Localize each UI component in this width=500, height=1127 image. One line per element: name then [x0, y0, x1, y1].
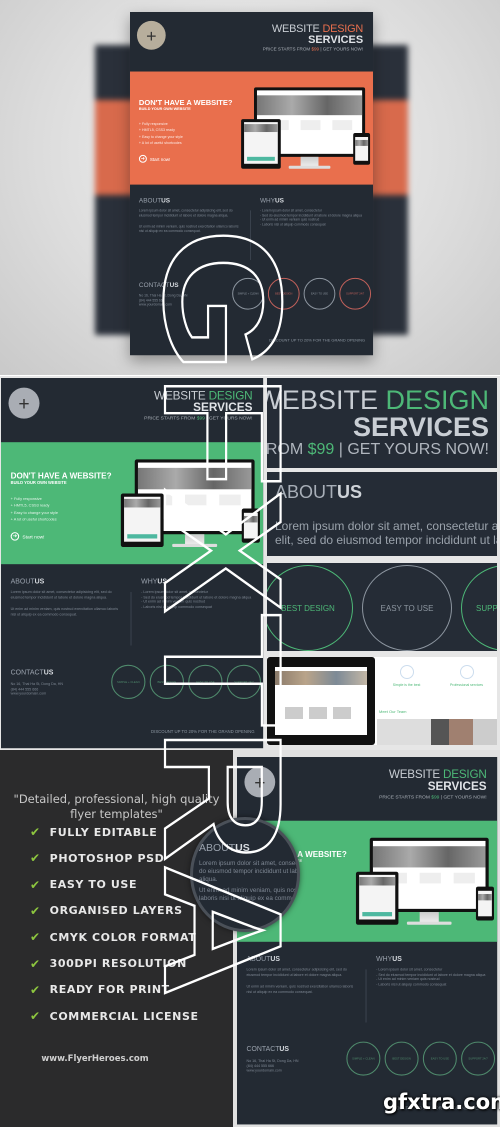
watermark-logo: GFXTRA — [128, 227, 318, 999]
watermark-big-text: GFXTRA — [129, 228, 317, 998]
watermark-site: gfxtra.com — [383, 1090, 500, 1114]
